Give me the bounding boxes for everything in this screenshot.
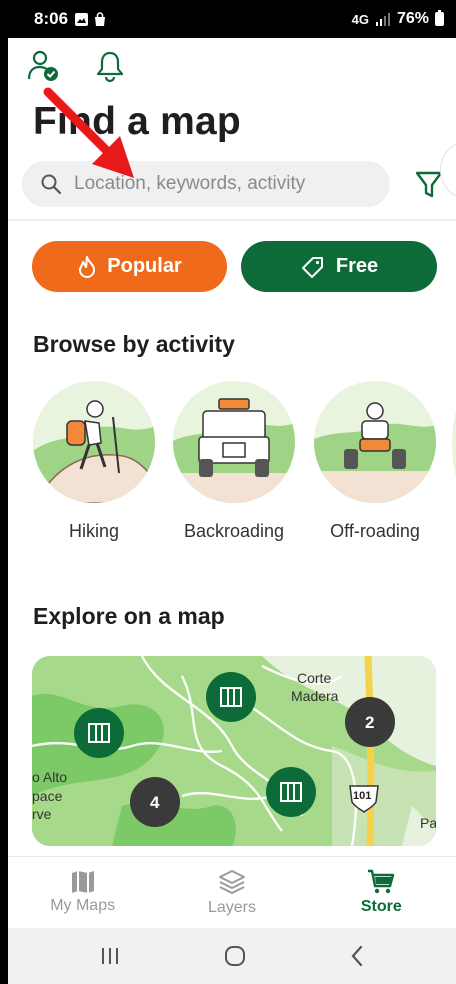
free-label: Free bbox=[335, 255, 379, 277]
nav-label: Layers bbox=[207, 899, 256, 916]
battery-percent: 76% bbox=[396, 10, 429, 27]
status-bar: 8:06 4G 76% bbox=[8, 0, 456, 38]
notifications-button[interactable] bbox=[92, 48, 128, 84]
free-chip[interactable]: Free bbox=[241, 241, 437, 292]
user-check-icon bbox=[27, 50, 58, 81]
activity-hiking[interactable]: Hiking bbox=[32, 381, 156, 542]
browse-section-title: Browse by activity bbox=[33, 331, 235, 357]
map-place-label: Madera bbox=[291, 688, 339, 704]
layers-icon bbox=[218, 870, 245, 894]
popular-label: Popular bbox=[107, 255, 182, 277]
network-type: 4G bbox=[351, 11, 369, 27]
gallery-icon bbox=[75, 12, 89, 26]
search-bar[interactable] bbox=[22, 161, 390, 207]
search-input[interactable] bbox=[74, 173, 364, 195]
system-navigation bbox=[8, 928, 456, 984]
bell-icon bbox=[96, 51, 124, 82]
app-screen: 8:06 4G 76% Find a map Location, keyword… bbox=[8, 0, 456, 984]
map-place-label: Pa bbox=[420, 815, 436, 831]
bottom-navigation: My Maps Layers Store bbox=[8, 856, 456, 928]
tag-icon bbox=[301, 256, 323, 278]
map-pin[interactable] bbox=[266, 767, 316, 817]
status-time: 8:06 bbox=[34, 9, 69, 28]
back-icon[interactable] bbox=[349, 944, 365, 968]
signal-icon bbox=[375, 13, 390, 26]
account-button[interactable] bbox=[26, 48, 62, 84]
flame-icon bbox=[79, 255, 96, 278]
recents-icon[interactable] bbox=[99, 946, 121, 966]
map-place-label: Corte bbox=[297, 670, 332, 686]
nav-my-maps[interactable]: My Maps bbox=[8, 857, 157, 928]
activity-label: Hiking bbox=[68, 521, 120, 541]
home-icon[interactable] bbox=[223, 944, 247, 968]
divider bbox=[8, 219, 456, 221]
map-preview[interactable]: Corte Madera o Alto pace rve Pa 2 4 101 bbox=[32, 656, 436, 846]
activity-next-partial[interactable] bbox=[452, 389, 456, 499]
nav-layers[interactable]: Layers bbox=[157, 857, 306, 928]
map-place-label: rve bbox=[32, 806, 52, 822]
highway-number: 101 bbox=[353, 790, 372, 802]
offroading-illustration bbox=[314, 381, 436, 503]
cart-icon bbox=[368, 869, 395, 894]
hiking-illustration bbox=[33, 381, 155, 503]
activity-label: Off-roading bbox=[330, 521, 420, 541]
nav-store[interactable]: Store bbox=[307, 857, 456, 928]
nav-label: Store bbox=[360, 898, 402, 915]
header-icons bbox=[26, 48, 128, 84]
cluster-count: 2 bbox=[365, 713, 375, 732]
activity-label: Backroading bbox=[183, 521, 285, 541]
page-title: Find a map bbox=[33, 100, 241, 143]
map-pin[interactable] bbox=[74, 708, 124, 758]
map-place-label: o Alto bbox=[32, 769, 68, 785]
activity-backroading[interactable]: Backroading bbox=[172, 381, 296, 542]
nav-label: My Maps bbox=[50, 897, 116, 914]
map-canvas bbox=[32, 656, 436, 846]
popular-chip[interactable]: Popular bbox=[32, 241, 227, 292]
map-pin[interactable] bbox=[206, 672, 256, 722]
map-icon bbox=[71, 871, 94, 893]
filter-icon bbox=[415, 171, 443, 198]
battery-icon bbox=[435, 10, 444, 26]
explore-section-title: Explore on a map bbox=[33, 603, 225, 629]
bag-icon bbox=[95, 11, 106, 26]
map-place-label: pace bbox=[32, 788, 63, 804]
search-icon bbox=[41, 174, 62, 195]
cluster-count: 4 bbox=[150, 793, 160, 812]
backroading-illustration bbox=[173, 381, 295, 503]
activity-offroading[interactable]: Off-roading bbox=[313, 381, 437, 542]
